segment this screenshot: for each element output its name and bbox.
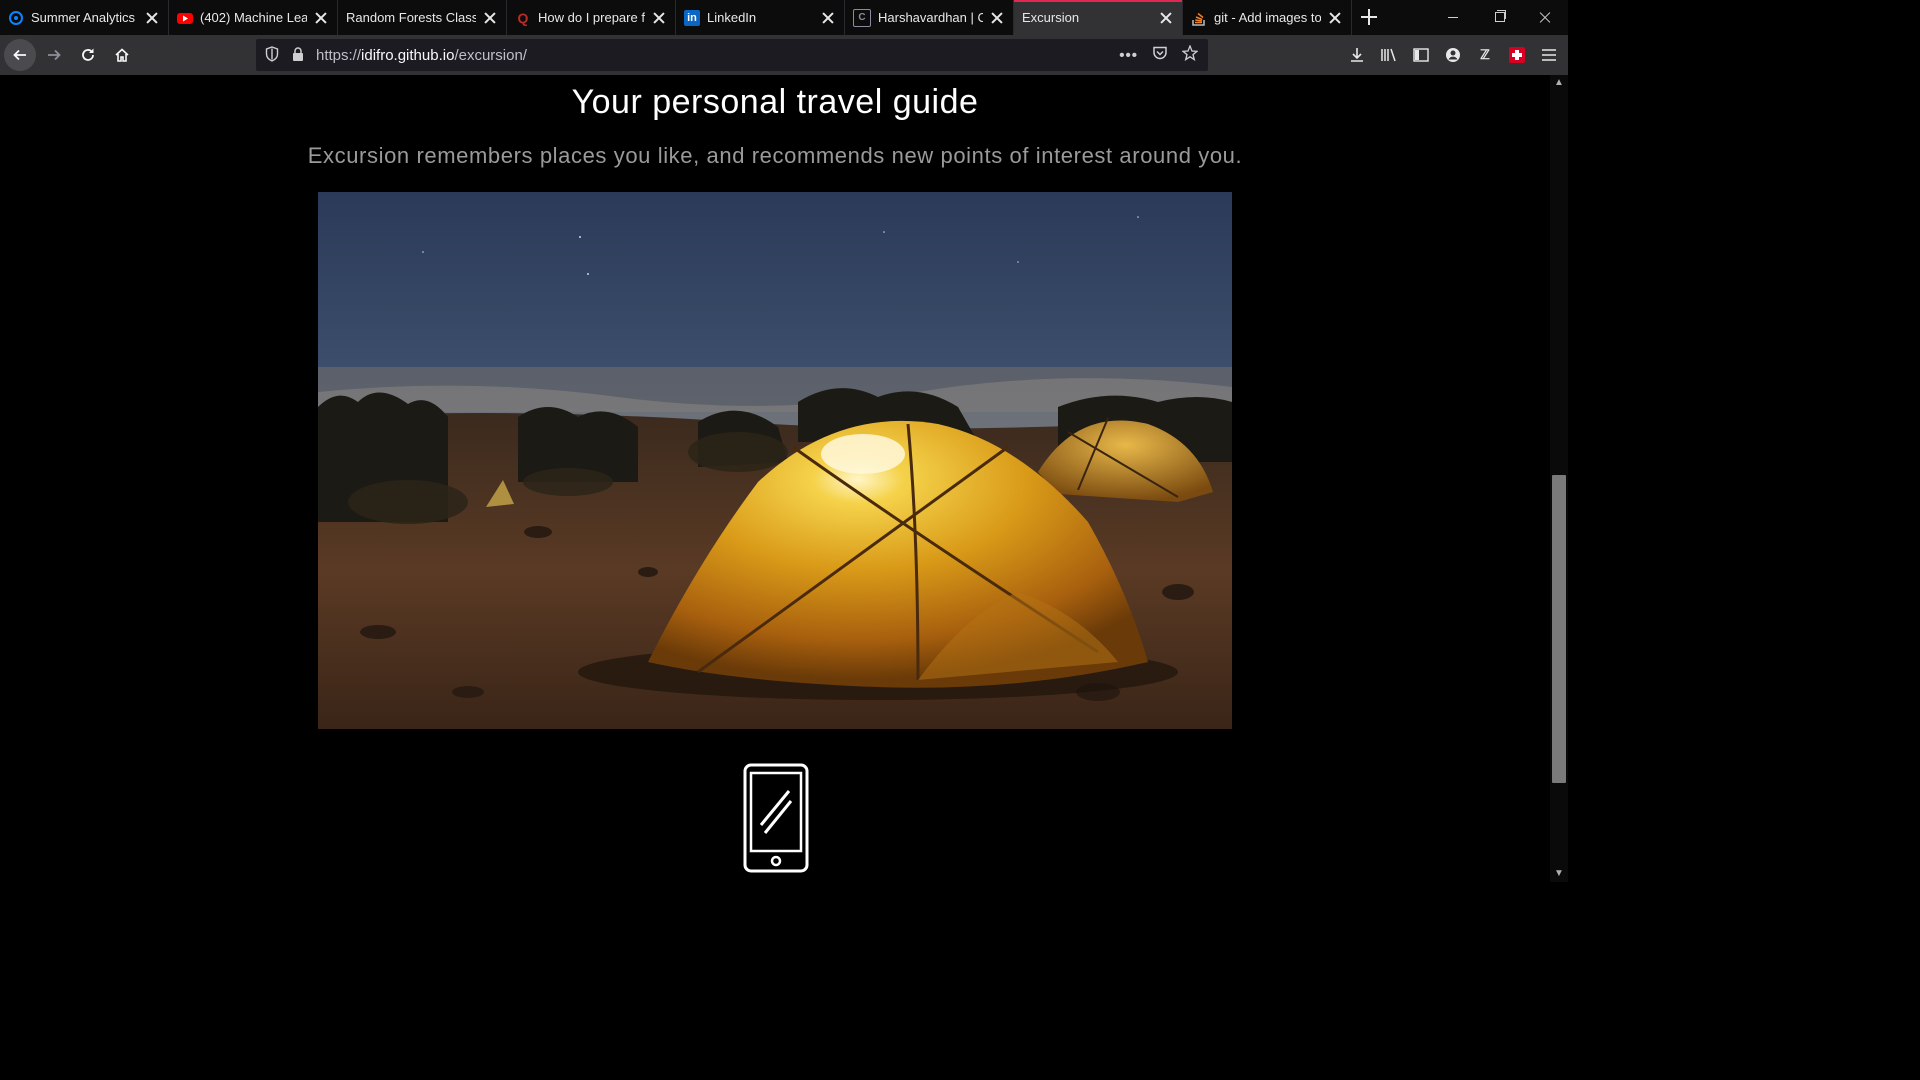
minimize-button[interactable]: [1430, 0, 1476, 35]
tents-at-night-photo: [318, 192, 1232, 729]
translate-icon[interactable]: ℤ: [1474, 44, 1496, 66]
page-scrollbar[interactable]: ▲ ▼: [1550, 75, 1568, 882]
download-icon[interactable]: [1346, 44, 1368, 66]
analytics-icon: [8, 10, 24, 26]
tab-title: Harshavardhan | Co: [878, 10, 983, 25]
tab-quora[interactable]: Q How do I prepare fo: [507, 0, 676, 35]
page-content: Your personal travel guide Excursion rem…: [0, 75, 1550, 882]
tab-title: How do I prepare fo: [538, 10, 645, 25]
restore-button[interactable]: [1476, 0, 1522, 35]
close-icon[interactable]: [651, 10, 667, 26]
url-host: idifro.github.io: [361, 46, 455, 64]
home-icon: [115, 48, 129, 62]
tab-youtube[interactable]: (402) Machine Lear: [169, 0, 338, 35]
new-tab-button[interactable]: [1352, 0, 1386, 35]
close-icon[interactable]: [1327, 10, 1343, 26]
close-icon[interactable]: [1158, 10, 1174, 26]
arrow-right-icon: [48, 49, 61, 61]
back-button[interactable]: [4, 39, 36, 71]
scroll-down-arrow[interactable]: ▼: [1550, 866, 1568, 882]
close-icon[interactable]: [313, 10, 329, 26]
home-button[interactable]: [106, 39, 138, 71]
url-prefix: https://: [316, 46, 362, 64]
navigation-toolbar: https://idifro.github.io/excursion/ ••• …: [0, 35, 1568, 75]
shield-icon[interactable]: [262, 45, 282, 65]
codechef-icon: C: [853, 8, 871, 27]
star-icon[interactable]: [1181, 44, 1199, 65]
tab-title: Excursion: [1022, 10, 1080, 25]
stackoverflow-icon: [1191, 10, 1207, 26]
lock-icon[interactable]: [288, 46, 308, 64]
scroll-up-arrow[interactable]: ▲: [1550, 75, 1568, 91]
tab-title: LinkedIn: [707, 10, 757, 25]
close-icon[interactable]: [482, 10, 498, 26]
tab-title: Summer Analytics 2: [31, 10, 138, 25]
close-window-button[interactable]: [1522, 0, 1568, 35]
tab-summer-analytics[interactable]: Summer Analytics 2: [0, 0, 169, 35]
url-text[interactable]: https://idifro.github.io/excursion/: [316, 47, 527, 64]
youtube-icon: [177, 10, 193, 26]
more-actions-icon[interactable]: •••: [1119, 47, 1138, 64]
tab-stackoverflow[interactable]: git - Add images to: [1183, 0, 1352, 35]
quora-icon: Q: [517, 9, 529, 26]
menu-icon[interactable]: [1538, 44, 1560, 66]
tab-title: (402) Machine Lear: [200, 10, 307, 25]
linkedin-icon: in: [684, 9, 700, 26]
scrollbar-thumb[interactable]: [1552, 475, 1566, 783]
library-icon[interactable]: [1378, 44, 1400, 66]
close-icon[interactable]: [989, 10, 1005, 26]
forward-button[interactable]: [38, 39, 70, 71]
reload-icon: [82, 48, 94, 61]
mobile-phone-icon: [743, 763, 809, 873]
reload-button[interactable]: [72, 39, 104, 71]
extension-icon[interactable]: [1506, 44, 1528, 66]
tab-random-forests[interactable]: Random Forests Classifi: [338, 0, 507, 35]
page-heading: Your personal travel guide: [571, 83, 979, 121]
close-icon[interactable]: [820, 10, 836, 26]
tab-codechef[interactable]: C Harshavardhan | Co: [845, 0, 1014, 35]
sidebar-icon[interactable]: [1410, 44, 1432, 66]
url-path: /excursion/: [454, 46, 527, 64]
tab-strip: Summer Analytics 2 (402) Machine Lear Ra…: [0, 0, 1568, 35]
window-controls: [1430, 0, 1568, 35]
tab-title: Random Forests Classifi: [346, 10, 476, 25]
tab-title: git - Add images to: [1214, 10, 1321, 25]
account-icon[interactable]: [1442, 44, 1464, 66]
page-subheading: Excursion remembers places you like, and…: [307, 143, 1243, 168]
tab-linkedin[interactable]: in LinkedIn: [676, 0, 845, 35]
arrow-left-icon: [13, 49, 26, 61]
address-bar[interactable]: https://idifro.github.io/excursion/ •••: [256, 39, 1208, 71]
tab-excursion[interactable]: Excursion: [1014, 0, 1183, 35]
pocket-icon[interactable]: [1152, 46, 1168, 65]
close-icon[interactable]: [144, 10, 160, 26]
